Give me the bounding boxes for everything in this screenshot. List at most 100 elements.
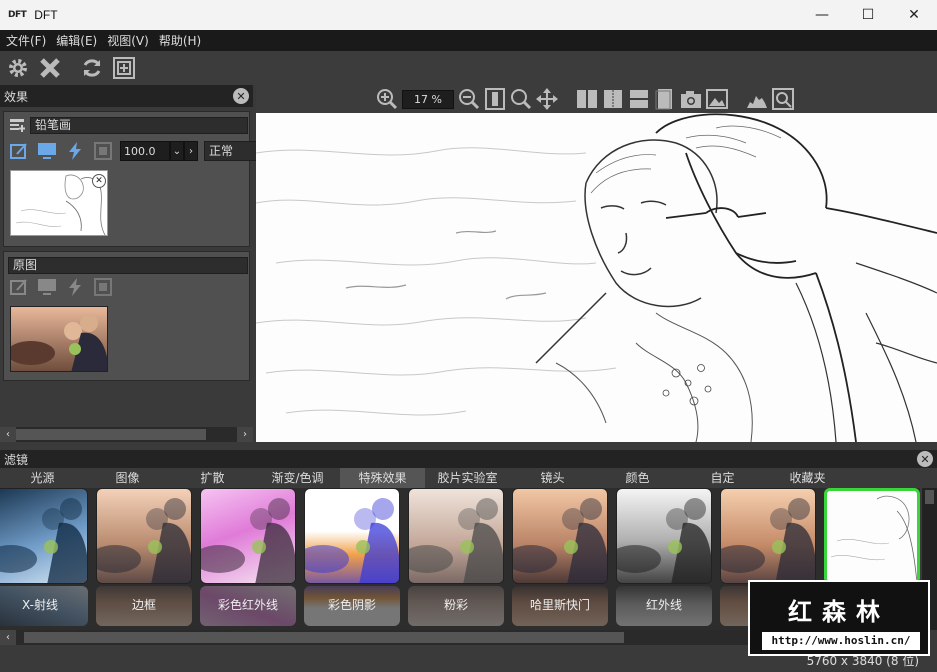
app-logo: DFT bbox=[8, 10, 27, 20]
zoom-out-icon[interactable] bbox=[458, 88, 480, 110]
opacity-input[interactable]: 100.0 bbox=[120, 141, 170, 161]
split-horizontal-icon[interactable] bbox=[628, 88, 650, 110]
region-icon[interactable] bbox=[92, 276, 114, 298]
lightning-icon[interactable] bbox=[64, 276, 86, 298]
tab-color[interactable]: 颜色 bbox=[595, 468, 680, 488]
filter-thumbnail-pencil[interactable] bbox=[824, 488, 920, 584]
zoom-level-input[interactable]: 17 % bbox=[402, 89, 454, 109]
scroll-left-icon[interactable]: ‹ bbox=[0, 630, 16, 645]
title-bar: DFT DFT — ☐ ✕ bbox=[0, 0, 937, 30]
camera-icon[interactable] bbox=[680, 88, 702, 110]
filter-thumbnail-bw[interactable] bbox=[616, 488, 712, 584]
scroll-right-icon[interactable]: › bbox=[237, 427, 253, 442]
original-layer-name[interactable]: 原图 bbox=[8, 256, 248, 274]
vscroll-thumb[interactable] bbox=[925, 490, 934, 504]
panel-close-icon[interactable]: ✕ bbox=[233, 88, 249, 104]
zoom-icon[interactable] bbox=[510, 88, 532, 110]
settings-gear-icon[interactable] bbox=[4, 54, 32, 82]
filter-thumbnail-cartoon[interactable] bbox=[720, 488, 816, 584]
filter-label: 彩色阴影 bbox=[327, 598, 376, 612]
filter-strip-scrollbar[interactable]: ‹ bbox=[0, 630, 760, 645]
scroll-left-icon[interactable]: ‹ bbox=[0, 427, 16, 442]
filter-label: X-射线 bbox=[22, 598, 58, 612]
tab-custom[interactable]: 自定 bbox=[680, 468, 765, 488]
filter-thumbnail-ir[interactable] bbox=[200, 488, 296, 584]
split-vertical-icon[interactable] bbox=[576, 88, 598, 110]
single-view-icon[interactable] bbox=[654, 88, 676, 110]
fit-height-icon[interactable] bbox=[484, 88, 506, 110]
effects-panel-header: 效果 ✕ bbox=[0, 85, 253, 107]
minimize-button[interactable]: — bbox=[799, 0, 845, 30]
filter-label: 红外线 bbox=[645, 598, 682, 612]
filter-preview-image bbox=[513, 498, 607, 583]
scroll-thumb[interactable] bbox=[16, 429, 206, 440]
effects-panel-title: 效果 bbox=[4, 89, 29, 104]
zoom-in-icon[interactable] bbox=[376, 88, 398, 110]
add-layer-icon[interactable] bbox=[8, 116, 26, 134]
original-layer: 原图 bbox=[3, 251, 250, 381]
menu-edit[interactable]: 编辑(E) bbox=[50, 32, 101, 49]
tab-diffuse[interactable]: 扩散 bbox=[170, 468, 255, 488]
image-canvas[interactable] bbox=[256, 113, 937, 442]
tab-film-lab[interactable]: 胶片实验室 bbox=[425, 468, 510, 488]
filter-preview-image bbox=[0, 498, 87, 583]
filter-thumbnail-xray[interactable] bbox=[0, 488, 88, 584]
blend-mode-select[interactable]: 正常 bbox=[204, 141, 260, 161]
opacity-stepper-icon[interactable]: ⌄ bbox=[170, 141, 184, 161]
watermark-title: 红森林 bbox=[788, 598, 890, 626]
pencil-sketch-image bbox=[256, 113, 937, 442]
original-thumbnail[interactable] bbox=[10, 306, 108, 372]
filter-preview-image bbox=[201, 498, 295, 583]
filter-tabs: 光源 图像 扩散 渐变/色调 特殊效果 胶片实验室 镜头 颜色 自定 收藏夹 bbox=[0, 468, 937, 488]
display-monitor-icon[interactable] bbox=[36, 140, 58, 162]
image-preview-icon[interactable] bbox=[706, 88, 728, 110]
menu-help[interactable]: 帮助(H) bbox=[153, 32, 205, 49]
lightning-icon[interactable] bbox=[64, 140, 86, 162]
filter-preview-image bbox=[617, 498, 711, 583]
menu-bar: 文件(F) 编辑(E) 视图(V) 帮助(H) bbox=[0, 30, 937, 51]
filter-thumbnail-shadow[interactable] bbox=[304, 488, 400, 584]
tab-light[interactable]: 光源 bbox=[0, 468, 85, 488]
chevron-right-icon[interactable]: › bbox=[184, 141, 198, 161]
filter-label: 粉彩 bbox=[443, 598, 468, 612]
filter-thumbnail-frame[interactable] bbox=[96, 488, 192, 584]
histogram-icon[interactable] bbox=[746, 88, 768, 110]
filter-label: 彩色红外线 bbox=[217, 598, 278, 612]
refresh-icon[interactable] bbox=[78, 54, 106, 82]
effect-layer-tools: 100.0 ⌄ › 正常 bbox=[8, 140, 260, 162]
filters-panel-header: 滤镜 ✕ bbox=[0, 450, 937, 468]
menu-view[interactable]: 视图(V) bbox=[101, 32, 153, 49]
display-monitor-icon[interactable] bbox=[36, 276, 58, 298]
scroll-thumb[interactable] bbox=[24, 632, 624, 643]
main-toolbar bbox=[0, 51, 937, 85]
filter-preview-image bbox=[721, 498, 815, 583]
tab-gradient-tone[interactable]: 渐变/色调 bbox=[255, 468, 340, 488]
menu-file[interactable]: 文件(F) bbox=[0, 32, 50, 49]
pan-move-icon[interactable] bbox=[536, 88, 558, 110]
filter-preview-image bbox=[830, 495, 917, 581]
close-button[interactable]: ✕ bbox=[891, 0, 937, 30]
effect-layer-name[interactable]: 铅笔画 bbox=[30, 116, 248, 134]
tab-favorites[interactable]: 收藏夹 bbox=[765, 468, 850, 488]
filter-thumbnail-harris[interactable] bbox=[512, 488, 608, 584]
split-compare-icon[interactable] bbox=[602, 88, 624, 110]
edit-mask-icon[interactable] bbox=[8, 276, 30, 298]
effects-panel-scrollbar[interactable]: ‹ › bbox=[0, 427, 253, 442]
window-title: DFT bbox=[34, 8, 58, 22]
close-x-icon[interactable] bbox=[36, 54, 64, 82]
tab-special-effects[interactable]: 特殊效果 bbox=[340, 468, 425, 488]
fit-screen-icon[interactable] bbox=[110, 54, 138, 82]
filters-close-icon[interactable]: ✕ bbox=[917, 451, 933, 467]
tab-image[interactable]: 图像 bbox=[85, 468, 170, 488]
edit-mask-icon[interactable] bbox=[8, 140, 30, 162]
filter-label: 哈里斯快门 bbox=[529, 598, 590, 612]
watermark-logo: 红森林 http://www.hoslin.cn/ bbox=[748, 580, 930, 656]
maximize-button[interactable]: ☐ bbox=[845, 0, 891, 30]
filter-thumbnail-pastel[interactable] bbox=[408, 488, 504, 584]
navigator-zoom-icon[interactable] bbox=[772, 88, 794, 110]
remove-effect-icon[interactable]: ✕ bbox=[92, 174, 106, 188]
filter-preview-image bbox=[305, 498, 399, 583]
filter-label: 边框 bbox=[131, 598, 156, 612]
region-icon[interactable] bbox=[92, 140, 114, 162]
tab-lens[interactable]: 镜头 bbox=[510, 468, 595, 488]
